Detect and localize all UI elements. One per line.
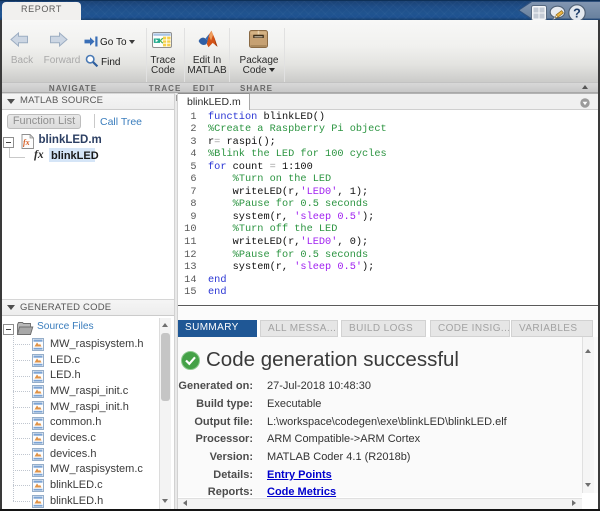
svg-text:fx: fx [23, 138, 30, 147]
svg-text:?: ? [573, 6, 581, 20]
